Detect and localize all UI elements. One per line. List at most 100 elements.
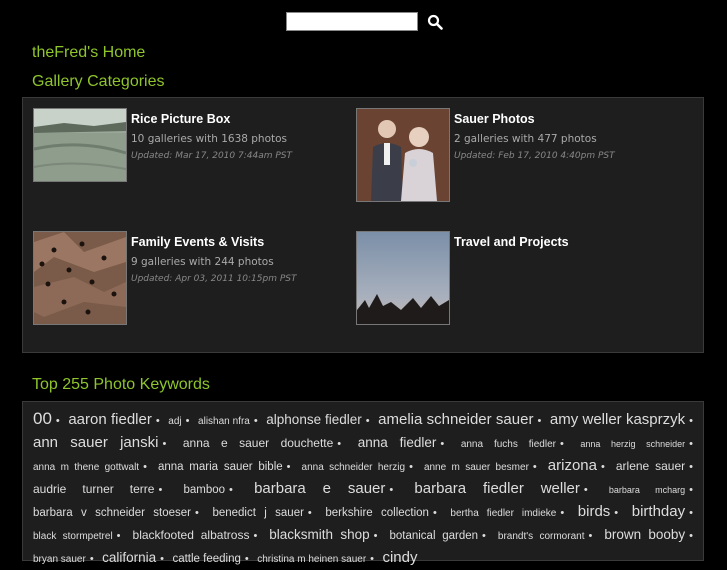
keyword-link[interactable]: anna m thene gottwalt	[33, 462, 139, 473]
keyword-link[interactable]: alphonse fiedler	[266, 412, 361, 427]
category-thumbnail[interactable]	[33, 231, 127, 325]
keyword-link[interactable]: california	[102, 550, 156, 565]
keyword-separator: •	[143, 461, 147, 473]
category-family-events-visits: Family Events & Visits 9 galleries with …	[33, 231, 363, 331]
keyword-link[interactable]: arizona	[548, 457, 597, 474]
gallery-categories-heading: Gallery Categories	[32, 73, 165, 90]
keyword-separator: •	[155, 415, 160, 427]
keyword-separator: •	[689, 438, 694, 450]
keyword-link[interactable]: audrie turner terre	[33, 482, 154, 496]
keyword-link[interactable]: alishan nfra	[198, 416, 250, 427]
keyword-separator: •	[116, 530, 121, 542]
keyword-link[interactable]: anna schneider herzig	[302, 462, 406, 473]
keyword-separator: •	[583, 484, 588, 496]
keyword-link[interactable]: anna maria sauer bible	[158, 461, 283, 473]
keywords-panel: 00 • aaron fiedler • adj • alishan nfra • al…	[22, 401, 704, 566]
keyword-separator: •	[244, 553, 249, 565]
keyword-separator: •	[537, 415, 542, 427]
search-icon	[427, 14, 443, 30]
keyword-link[interactable]: anna fuchs fiedler	[461, 439, 556, 450]
keyword-separator: •	[162, 438, 167, 450]
keyword-separator: •	[689, 484, 693, 496]
keyword-separator: •	[532, 461, 537, 473]
keyword-link[interactable]: blacksmith shop	[269, 527, 369, 542]
keyword-link[interactable]: christina m heinen sauer	[257, 554, 366, 565]
keyword-separator: •	[337, 438, 342, 450]
keyword-separator: •	[614, 507, 619, 519]
search-button[interactable]	[425, 11, 445, 33]
category-title-link[interactable]: Travel and Projects	[454, 235, 569, 249]
category-thumbnail[interactable]	[356, 108, 450, 202]
keyword-separator: •	[365, 415, 370, 427]
keyword-link[interactable]: anna e sauer douchette	[183, 436, 333, 450]
keyword-link[interactable]: anna herzig schneider	[580, 439, 685, 449]
keyword-separator: •	[389, 484, 394, 496]
category-count: 10 galleries with 1638 photos	[131, 133, 288, 145]
keyword-separator: •	[560, 507, 565, 519]
keyword-separator: •	[185, 415, 190, 427]
keyword-separator: •	[482, 530, 486, 542]
keyword-link[interactable]: 00	[33, 409, 52, 428]
keyword-separator: •	[160, 553, 165, 565]
keyword-link[interactable]: barbara fiedler weller	[414, 480, 579, 497]
keyword-link[interactable]: botanical garden	[389, 530, 478, 542]
category-updated: Updated: Apr 03, 2011 10:15pm PST	[131, 274, 297, 284]
category-updated: Updated: Mar 17, 2010 7:44am PST	[131, 151, 292, 161]
category-thumbnail[interactable]	[33, 108, 127, 182]
keyword-link[interactable]: bryan sauer	[33, 554, 86, 565]
gallery-categories-panel: Rice Picture Box 10 galleries with 1638 …	[22, 97, 704, 353]
keyword-link[interactable]: berkshire collection	[325, 507, 429, 519]
keyword-link[interactable]: bertha fiedler imdieke	[450, 508, 556, 519]
keyword-link[interactable]: amelia schneider sauer	[378, 411, 533, 428]
keyword-separator: •	[588, 530, 593, 542]
keyword-separator: •	[689, 507, 693, 519]
keyword-link[interactable]: anne m sauer besmer	[424, 462, 529, 473]
keyword-link[interactable]: benedict j sauer	[212, 507, 303, 519]
keyword-link[interactable]: aaron fiedler	[68, 411, 152, 428]
keyword-separator: •	[440, 438, 445, 450]
keyword-link[interactable]: brandt's cormorant	[498, 531, 585, 542]
top-bar	[0, 0, 727, 44]
category-sauer-photos: Sauer Photos 2 galleries with 477 photos…	[356, 108, 686, 208]
category-travel-and-projects: Travel and Projects	[356, 231, 686, 331]
keyword-link[interactable]: adj	[168, 416, 181, 427]
category-thumbnail[interactable]	[356, 231, 450, 325]
keyword-separator: •	[689, 461, 693, 473]
keyword-link[interactable]: ann sauer janski	[33, 434, 158, 451]
page-title: theFred's Home	[32, 44, 146, 61]
keyword-link[interactable]: birthday	[632, 503, 685, 520]
keyword-link[interactable]: barbara v schneider stoeser	[33, 507, 191, 519]
category-rice-picture-box: Rice Picture Box 10 galleries with 1638 …	[33, 108, 363, 208]
keyword-separator: •	[689, 530, 694, 542]
keyword-link[interactable]: barbara e sauer	[254, 480, 385, 497]
keyword-separator: •	[373, 530, 378, 542]
keyword-separator: •	[55, 415, 60, 427]
keyword-separator: •	[370, 553, 375, 565]
keyword-separator: •	[409, 461, 413, 473]
keywords-heading: Top 255 Photo Keywords	[32, 376, 210, 393]
keyword-link[interactable]: anna fiedler	[358, 435, 437, 450]
keyword-link[interactable]: black stormpetrel	[33, 531, 113, 542]
keyword-separator: •	[307, 507, 312, 519]
keyword-link[interactable]: brown booby	[604, 527, 685, 542]
category-title-link[interactable]: Sauer Photos	[454, 112, 535, 126]
category-title-link[interactable]: Family Events & Visits	[131, 235, 264, 249]
keyword-separator: •	[600, 461, 605, 473]
keyword-link[interactable]: amy weller kasprzyk	[550, 411, 685, 428]
keyword-link[interactable]: bamboo	[183, 484, 225, 496]
keyword-link[interactable]: birds	[578, 503, 611, 520]
keyword-cloud: 00 • aaron fiedler • adj • alishan nfra • al…	[33, 408, 697, 570]
keyword-link[interactable]: barbara mcharg	[609, 485, 685, 495]
keyword-separator: •	[89, 553, 94, 565]
keyword-separator: •	[253, 530, 258, 542]
keyword-separator: •	[432, 507, 437, 519]
keyword-link[interactable]: blackfooted albatross	[133, 528, 250, 542]
search-input[interactable]	[286, 12, 418, 31]
keyword-separator: •	[689, 415, 693, 427]
keyword-link[interactable]: cattle feeding	[172, 553, 240, 565]
category-updated: Updated: Feb 17, 2010 4:40pm PST	[454, 151, 615, 161]
category-title-link[interactable]: Rice Picture Box	[131, 112, 230, 126]
keyword-link[interactable]: cindy	[382, 549, 417, 566]
category-count: 9 galleries with 244 photos	[131, 256, 274, 268]
keyword-link[interactable]: arlene sauer	[616, 459, 685, 473]
